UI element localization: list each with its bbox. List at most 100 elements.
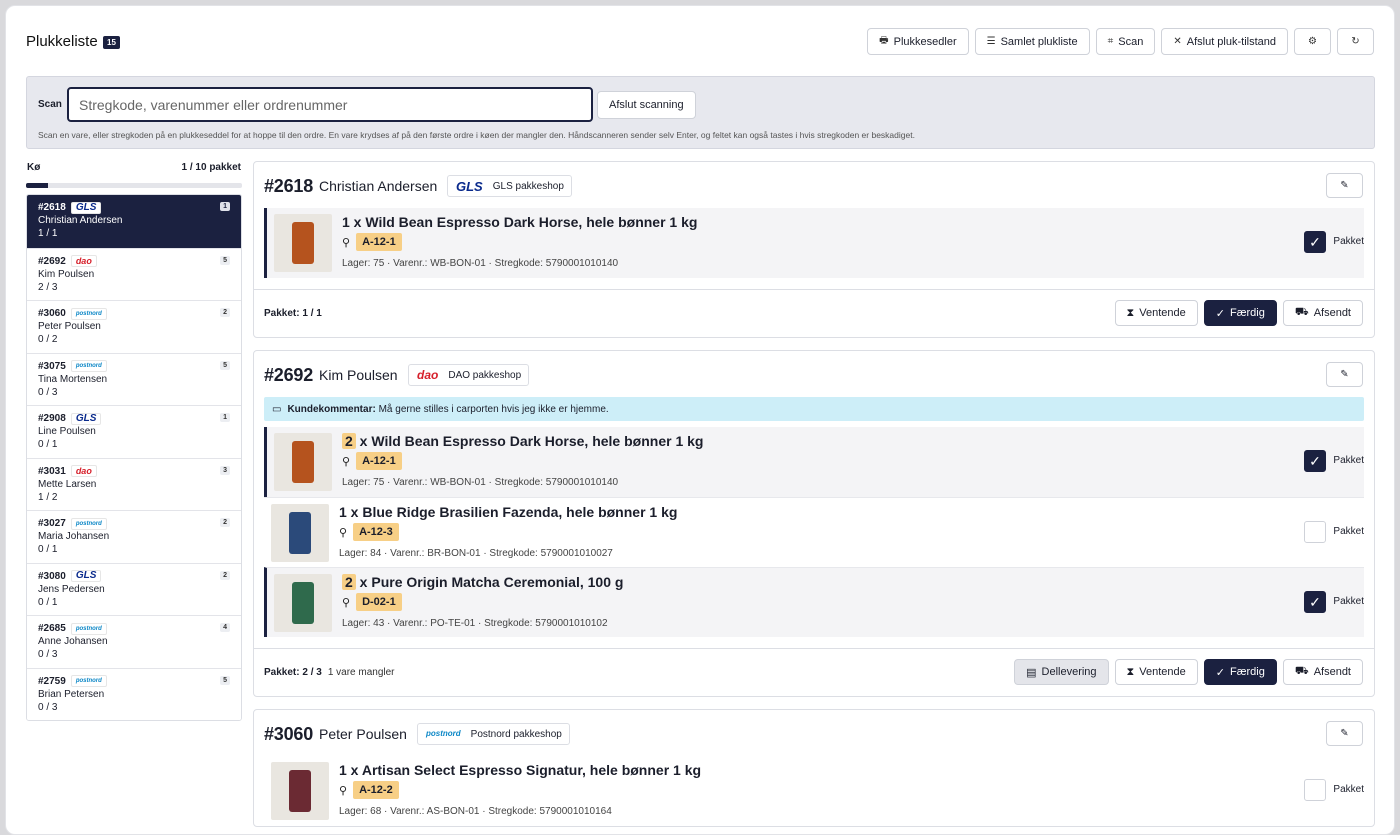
scan-help-text: Scan en vare, eller stregkoden på en plu… bbox=[38, 130, 915, 140]
færdig-button[interactable]: ✓ Færdig bbox=[1203, 659, 1277, 685]
product-name: 2 x Wild Bean Espresso Dark Horse, hele … bbox=[342, 433, 703, 449]
carrier-chip: postnord Postnord pakkeshop bbox=[417, 723, 570, 745]
location-pin-icon: ⚲ bbox=[342, 596, 351, 609]
queue-item-progress: 0 / 1 bbox=[38, 439, 58, 450]
dellevering-button[interactable]: ▤ Dellevering bbox=[1014, 659, 1109, 685]
button-label: Færdig bbox=[1230, 666, 1265, 678]
note-button[interactable]: ✎ bbox=[1326, 721, 1363, 746]
carrier-chip: GLS GLS pakkeshop bbox=[447, 175, 572, 197]
plukkesedler-button[interactable]: 🖶 Plukkesedler bbox=[867, 28, 969, 55]
packed-checkbox[interactable]: ✓ bbox=[1304, 591, 1326, 613]
queue-item[interactable]: #3080 GLS Jens Pedersen 0 / 1 2 bbox=[27, 562, 241, 615]
product-name: 2 x Pure Origin Matcha Ceremonial, 100 g bbox=[342, 574, 623, 590]
queue-item-name: Christian Andersen bbox=[38, 215, 123, 226]
queue-item-number: #2618 GLS bbox=[38, 201, 230, 214]
scan-button[interactable]: ⌗ Scan bbox=[1095, 28, 1156, 55]
queue-item[interactable]: #2618 GLS Christian Andersen 1 / 1 1 bbox=[27, 195, 241, 248]
customer-name: Peter Poulsen bbox=[319, 726, 407, 742]
queue-item-progress: 1 / 1 bbox=[38, 228, 58, 239]
refresh-icon: ↻ bbox=[1351, 36, 1360, 47]
queue-item-progress: 0 / 1 bbox=[38, 596, 58, 608]
edit-note-icon: ✎ bbox=[1340, 369, 1349, 380]
toolbar-label: Plukkesedler bbox=[893, 35, 957, 48]
edit-note-icon: ✎ bbox=[1340, 728, 1349, 739]
queue-item[interactable]: #2692 dao Kim Poulsen 2 / 3 5 bbox=[27, 247, 241, 300]
afsendt-button[interactable]: ⛟ Afsendt bbox=[1282, 300, 1363, 326]
queue-item-badge: 5 bbox=[220, 255, 230, 265]
queue-item-name: Tina Mortensen bbox=[38, 373, 108, 385]
queue-item-number: #3060 postnord bbox=[38, 307, 230, 320]
product-can bbox=[289, 770, 311, 812]
scan-input[interactable] bbox=[67, 87, 593, 122]
exit-icon: ✕ bbox=[1173, 36, 1182, 47]
product-can bbox=[292, 441, 314, 483]
queue-item[interactable]: #3031 dao Mette Larsen 1 / 2 3 bbox=[27, 457, 241, 510]
samlet-plukliste-button[interactable]: ☰ Samlet plukliste bbox=[974, 28, 1090, 55]
note-button[interactable]: ✎ bbox=[1326, 173, 1363, 198]
packed-count: Pakket: 1 / 1 bbox=[264, 308, 322, 319]
pn-logo: postnord bbox=[70, 622, 107, 635]
packed-checkbox[interactable]: ✓ bbox=[1304, 450, 1326, 472]
location-badge: A-12-3 bbox=[353, 523, 399, 541]
edit-note-icon: ✎ bbox=[1340, 180, 1349, 191]
packed-status: Pakket: 2 / 3 1 vare mangler bbox=[264, 667, 395, 678]
location-pin-icon: ⚲ bbox=[339, 526, 348, 539]
stop-scanning-button[interactable]: Afslut scanning bbox=[597, 91, 696, 119]
queue-item-number: #2685 postnord bbox=[38, 622, 230, 635]
order-number: #3027 bbox=[38, 518, 66, 529]
button-label: Ventende bbox=[1139, 307, 1186, 319]
count-badge: 15 bbox=[103, 36, 120, 49]
afslut-pluk-tilstand-button[interactable]: ✕ Afslut pluk-tilstand bbox=[1161, 28, 1288, 55]
page-title: Plukkeliste bbox=[26, 33, 98, 50]
queue-item[interactable]: #2685 postnord Anne Johansen 0 / 3 4 bbox=[27, 615, 241, 668]
orders-list: #2618 Christian Andersen GLS GLS pakkeshop ✎… bbox=[253, 161, 1375, 834]
queue-item[interactable]: #2908 GLS Line Poulsen 0 / 1 1 bbox=[27, 405, 241, 458]
location-badge: D-02-1 bbox=[356, 593, 402, 611]
toolbar-label: Samlet plukliste bbox=[1000, 35, 1078, 48]
packed-checkbox[interactable] bbox=[1304, 779, 1326, 801]
product-meta: Lager: 75 · Varenr.: WB-BON-01 · Stregko… bbox=[342, 258, 619, 269]
færdig-button[interactable]: ✓ Færdig bbox=[1203, 300, 1277, 326]
ventende-button[interactable]: ⧗ Ventende bbox=[1114, 300, 1198, 326]
queue-item-name: Jens Pedersen bbox=[38, 583, 105, 595]
pn-logo: postnord bbox=[70, 360, 107, 372]
queue-item[interactable]: #3027 postnord Maria Johansen 0 / 1 2 bbox=[27, 510, 241, 563]
hourglass-icon: ⧗ bbox=[1126, 665, 1135, 678]
location: ⚲ A-12-3 bbox=[339, 523, 399, 541]
queue-item[interactable]: #3060 postnord Peter Poulsen 0 / 2 2 bbox=[27, 300, 241, 353]
product-image bbox=[271, 762, 329, 820]
hourglass-icon: ⧗ bbox=[1126, 306, 1135, 319]
queue-item-progress: 2 / 3 bbox=[38, 281, 58, 293]
scan-panel: Scan Afslut scanning Scan en vare, eller… bbox=[26, 76, 1375, 149]
packed-checkbox[interactable] bbox=[1304, 521, 1326, 543]
location: ⚲ D-02-1 bbox=[342, 593, 402, 611]
order-number: #3031 bbox=[38, 465, 66, 477]
carrier-chip: dao DAO pakkeshop bbox=[408, 364, 530, 386]
queue-item-badge: 1 bbox=[220, 413, 230, 422]
dao-logo: dao bbox=[70, 255, 97, 267]
queue-item-progress: 0 / 1 bbox=[38, 544, 58, 555]
box-icon: ▤ bbox=[1026, 666, 1037, 679]
queue-item[interactable]: #3075 postnord Tina Mortensen 0 / 3 5 bbox=[27, 352, 241, 405]
order-line: 2 x Pure Origin Matcha Ceremonial, 100 g… bbox=[264, 567, 1364, 637]
missing-count: 1 vare mangler bbox=[327, 667, 395, 678]
product-image bbox=[274, 214, 332, 272]
button-label: Ventende bbox=[1139, 666, 1186, 678]
order-card: #2692 Kim Poulsen dao DAO pakkeshop ✎ ▭ Kundek… bbox=[253, 350, 1375, 697]
scan-label: Scan bbox=[38, 99, 62, 110]
note-button[interactable]: ✎ bbox=[1326, 362, 1363, 387]
order-number: #3075 bbox=[38, 360, 66, 372]
settings-button[interactable]: ⚙ bbox=[1294, 28, 1331, 55]
queue-item[interactable]: #2759 postnord Brian Petersen 0 / 3 5 bbox=[27, 667, 241, 720]
toolbar: 🖶 Plukkesedler ☰ Samlet plukliste ⌗ Scan ✕ Afsl… bbox=[867, 28, 1374, 55]
page-header: Plukkeliste 15 🖶 Plukkesedler ☰ Samlet pluk… bbox=[26, 28, 1374, 56]
packed-checkbox[interactable]: ✓ bbox=[1304, 231, 1326, 253]
product-image bbox=[274, 433, 332, 491]
afsendt-button[interactable]: ⛟ Afsendt bbox=[1282, 659, 1363, 685]
product-meta: Lager: 75 · Varenr.: WB-BON-01 · Stregko… bbox=[342, 477, 619, 488]
queue-item-name: Mette Larsen bbox=[38, 478, 97, 490]
refresh-button[interactable]: ↻ bbox=[1337, 28, 1374, 55]
queue-item-name: Brian Petersen bbox=[38, 688, 105, 700]
ventende-button[interactable]: ⧗ Ventende bbox=[1114, 659, 1198, 685]
order-footer: Pakket: 2 / 3 1 vare mangler ▤ Dellevering ⧗… bbox=[254, 648, 1374, 696]
